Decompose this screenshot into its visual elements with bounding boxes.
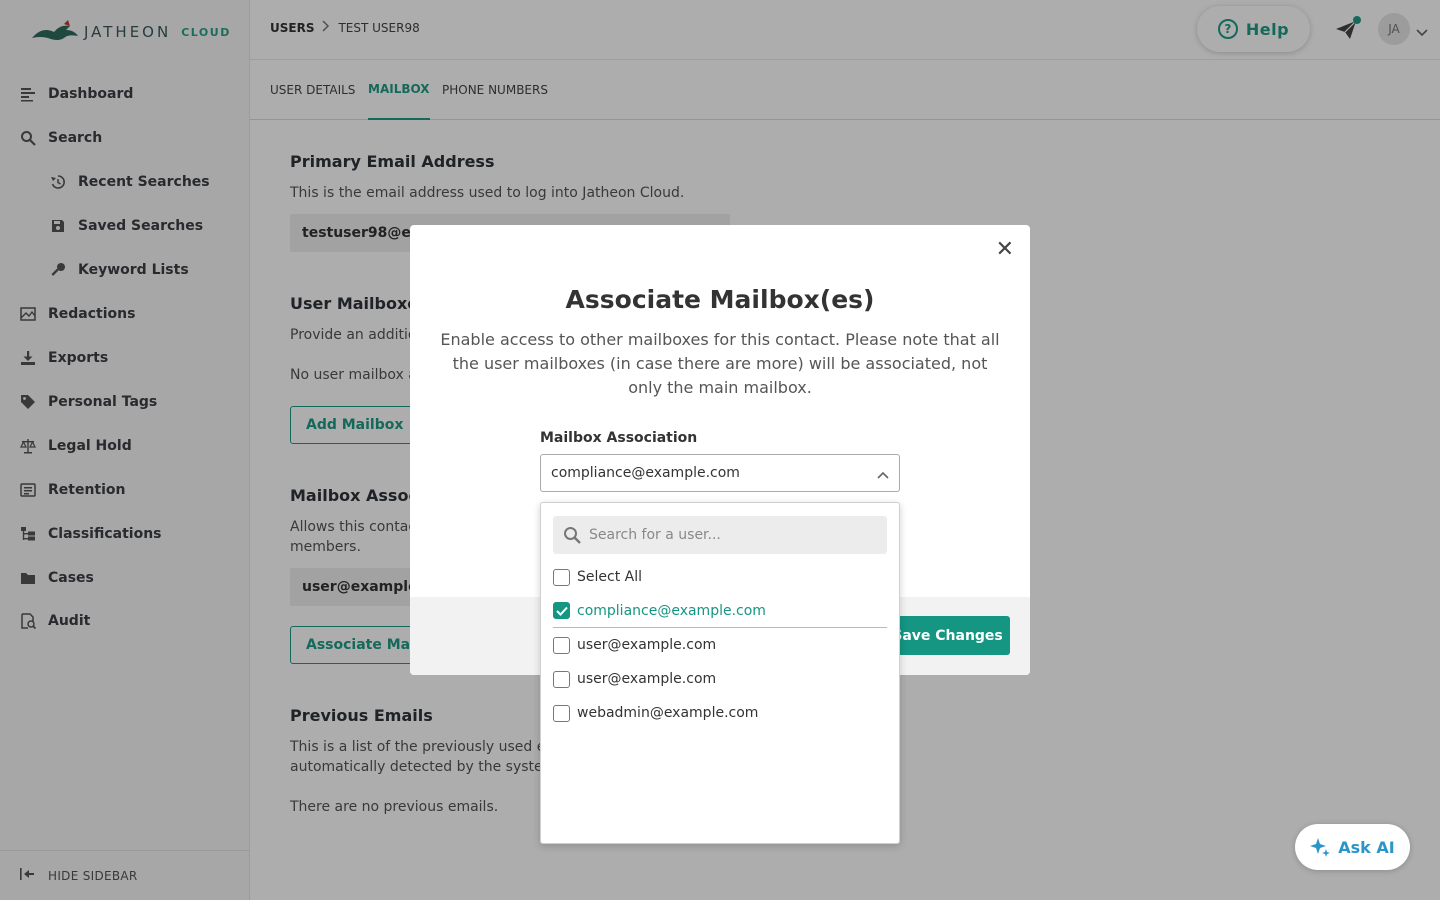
sparkle-icon — [1310, 838, 1331, 857]
mailbox-association-label: Mailbox Association — [540, 430, 698, 446]
option-select-all[interactable]: Select All — [553, 560, 887, 594]
search-icon — [563, 526, 581, 544]
modal-description: Enable access to other mailboxes for thi… — [440, 330, 1000, 397]
checkmark-icon — [555, 606, 568, 616]
modal-title: Associate Mailbox(es) — [565, 285, 875, 314]
checkbox-checked[interactable] — [553, 602, 570, 619]
chevron-up-icon — [877, 467, 889, 483]
option-compliance[interactable]: compliance@example.com — [553, 594, 887, 628]
option-label: webadmin@example.com — [577, 705, 759, 721]
close-icon[interactable]: ✕ — [996, 239, 1014, 261]
mailbox-association-select[interactable]: compliance@example.com — [540, 454, 900, 492]
save-changes-button[interactable]: Save Changes — [885, 616, 1010, 655]
option-label: Select All — [577, 569, 642, 585]
checkbox[interactable] — [553, 568, 570, 586]
option-user-1[interactable]: user@example.com — [553, 628, 887, 662]
ask-ai-label: Ask AI — [1338, 837, 1395, 857]
mailbox-dropdown-menu: Select All compliance@example.com user@e… — [540, 502, 900, 844]
option-label: compliance@example.com — [577, 602, 766, 619]
user-search-input[interactable] — [589, 527, 869, 543]
checkbox[interactable] — [553, 636, 570, 654]
option-label: user@example.com — [577, 671, 717, 687]
dropdown-search — [553, 516, 887, 554]
option-webadmin[interactable]: webadmin@example.com — [553, 696, 887, 730]
checkbox[interactable] — [553, 704, 570, 722]
checkbox[interactable] — [553, 670, 570, 688]
option-user-2[interactable]: user@example.com — [553, 662, 887, 696]
ask-ai-button[interactable]: Ask AI — [1295, 824, 1410, 870]
select-value: compliance@example.com — [551, 465, 740, 481]
option-label: user@example.com — [577, 637, 717, 653]
